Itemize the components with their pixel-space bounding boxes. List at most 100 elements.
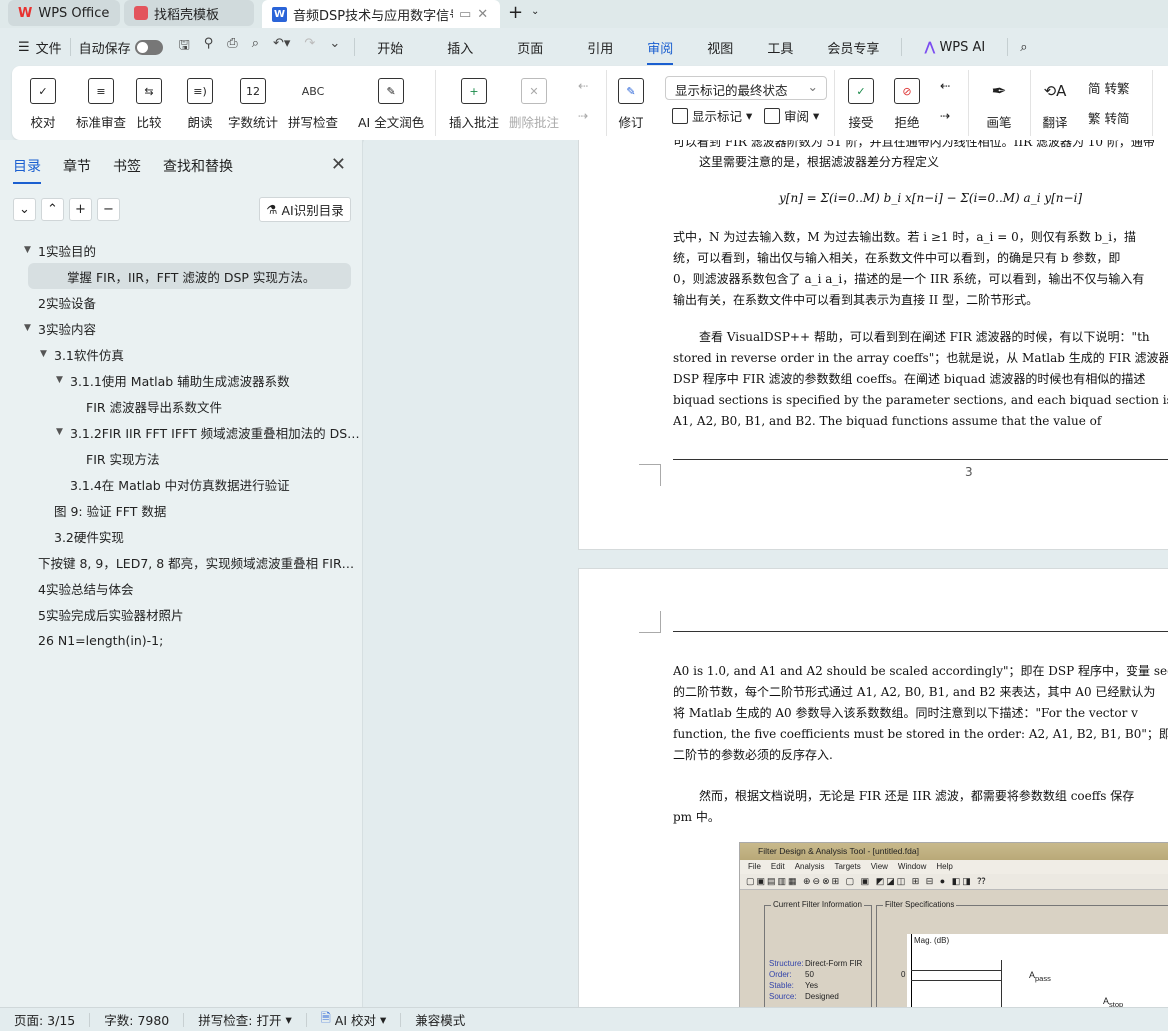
word-count-button[interactable]: 12 字数统计 (228, 66, 278, 131)
toc-item[interactable]: ▼ 3.1软件仿真 (0, 341, 363, 367)
hamburger-icon[interactable]: ☰ (18, 40, 30, 55)
tab-bar: W WPS Office 找稻壳模板 W 音频DSP技术与应用数字信号 ▭ ✕ … (0, 0, 1168, 28)
more-chevron-icon[interactable]: ⌄ (329, 36, 340, 58)
expand-triangle-icon[interactable]: ▼ (56, 375, 70, 385)
show-markup-button[interactable]: 显示标记 ▾ (672, 106, 752, 125)
filter-specs-box: Filter Specifications Mag. (dB) 0 Apass … (876, 900, 1168, 1007)
screen-icon[interactable]: ▭ (459, 7, 471, 22)
format-painter-icon[interactable]: ⚲ (204, 36, 214, 58)
print-icon[interactable]: ⎙ (227, 36, 237, 58)
panel-tab-sections[interactable]: 章节 (63, 156, 91, 176)
expand-triangle-icon[interactable]: ▼ (24, 323, 38, 333)
page-indicator[interactable]: 页面: 3/15 (0, 1012, 91, 1028)
reject-button[interactable]: ⊘ 拒绝 (894, 66, 920, 131)
standard-review-button[interactable]: ≡ 标准审查 (76, 66, 126, 131)
toc-item[interactable]: FIR 滤波器导出系数文件 (0, 393, 363, 419)
docer-icon (134, 6, 148, 20)
paragraph-line: 二阶节的参数必须的反序存入. (673, 748, 833, 762)
toc-item[interactable]: 4实验总结与体会 (0, 575, 363, 601)
print-preview-icon[interactable]: ⌕ (252, 36, 259, 58)
menu-view[interactable]: 视图 (693, 38, 747, 57)
toc-item[interactable]: ▼ 3实验内容 (0, 315, 363, 341)
spell-check-button[interactable]: ABC 拼写检查 (288, 66, 338, 131)
translate-button[interactable]: ⟲A 翻译 (1042, 66, 1068, 131)
menu-page[interactable]: 页面 (503, 38, 557, 57)
ai-toc-button[interactable]: ⚗ AI识别目录 (259, 197, 351, 222)
filter-info-row: Source: Designed (769, 991, 862, 1002)
expand-triangle-icon[interactable]: ▼ (24, 245, 38, 255)
toc-item[interactable]: 图 9: 验证 FFT 数据 (0, 497, 363, 523)
insert-comment-button[interactable]: + 插入批注 (449, 66, 499, 131)
track-changes-button[interactable]: ✎ 修订 (618, 66, 644, 131)
to-traditional-button[interactable]: 简转繁 (1088, 78, 1130, 97)
field-value: 50 (805, 970, 814, 979)
toc-item[interactable]: ▼ 3.1.1使用 Matlab 辅助生成滤波器系数 (0, 367, 363, 393)
to-simplified-button[interactable]: 繁转简 (1088, 108, 1130, 127)
status-bar: 页面: 3/15 字数: 7980 拼写检查: 打开 ▾ 🗎 AI 校对 ▾ 兼容模式 (0, 1007, 1168, 1031)
toc-item[interactable]: ▼ 3.1.2FIR IIR FFT IFFT 频域滤波重叠相加法的 DS… (0, 419, 363, 445)
close-tab-icon[interactable]: ✕ (477, 7, 488, 22)
menu-member[interactable]: 会员专享 (813, 38, 893, 57)
panel-tab-toc[interactable]: 目录 (13, 156, 41, 184)
tab-document[interactable]: W 音频DSP技术与应用数字信号 ▭ ✕ (262, 0, 500, 28)
markup-select[interactable]: 显示标记的最终状态 ⌄ (665, 76, 827, 100)
menu-insert[interactable]: 插入 (433, 38, 487, 57)
previous-comment-icon[interactable]: ⇠ (578, 78, 588, 93)
toc-item[interactable]: ▼ 1实验目的 (0, 237, 363, 263)
review-pane-button[interactable]: 审阅 ▾ (764, 106, 819, 125)
remove-heading-button[interactable]: − (97, 198, 120, 221)
figure-menu-item: Edit (770, 862, 785, 871)
expand-triangle-icon[interactable]: ▼ (56, 427, 70, 437)
panel-tab-find-replace[interactable]: 查找和替换 (163, 156, 233, 176)
compare-button[interactable]: ⇆ 比较 (136, 66, 162, 131)
word-count-status[interactable]: 字数: 7980 (90, 1012, 185, 1028)
file-menu[interactable]: 文件 (36, 38, 62, 57)
menu-references[interactable]: 引用 (573, 38, 627, 57)
search-icon[interactable]: ⌕ (1020, 40, 1027, 55)
toc-item[interactable]: 下按键 8, 9，LED7, 8 都亮，实现频域滤波重叠相 FIR… (0, 549, 363, 575)
toc-item[interactable]: 掌握 FIR，IIR，FFT 滤波的 DSP 实现方法。 (28, 263, 351, 289)
autosave-toggle[interactable] (134, 39, 163, 55)
panel-tab-bookmarks[interactable]: 书签 (113, 156, 141, 176)
move-up-button[interactable]: ⌃ (41, 198, 64, 221)
tab-wps-office[interactable]: W WPS Office (8, 0, 120, 26)
save-icon[interactable]: 🖫 (179, 36, 190, 58)
divider (834, 70, 835, 136)
expand-triangle-icon[interactable]: ▼ (40, 349, 54, 359)
accept-button[interactable]: ✓ 接受 (848, 66, 874, 131)
paragraph-line: 统，可以看到，输出仅与输入相关，在系数文件中可以看到，的确是只有 b 参数，即 (673, 251, 1121, 265)
wps-ai-button[interactable]: ⋀ WPS AI (910, 40, 999, 55)
pen-button[interactable]: ✒ 画笔 (986, 66, 1012, 131)
proofread-button[interactable]: ✓ 校对 (30, 66, 56, 131)
add-heading-button[interactable]: + (69, 198, 92, 221)
field-label: Stable: (769, 981, 794, 990)
menu-review[interactable]: 审阅 (633, 38, 687, 65)
spell-check-status[interactable]: 拼写检查: 打开 ▾ (184, 1012, 307, 1028)
translate-icon: ⟲A (1043, 82, 1067, 100)
menu-home[interactable]: 开始 (363, 38, 417, 57)
previous-change-icon[interactable]: ⇠ (940, 78, 950, 93)
close-panel-icon[interactable]: ✕ (331, 154, 346, 175)
redo-icon[interactable]: ↷ (304, 36, 315, 58)
next-change-icon[interactable]: ⇢ (940, 108, 950, 123)
tab-docer[interactable]: 找稻壳模板 (124, 0, 254, 26)
toc-item[interactable]: 3.1.4在 Matlab 中对仿真数据进行验证 (0, 471, 363, 497)
toc-item[interactable]: 26 N1=length(in)-1; (0, 627, 363, 653)
chevron-down-icon[interactable]: ⌄ (531, 6, 539, 17)
toc-item[interactable]: 3.2硬件实现 (0, 523, 363, 549)
collapse-down-button[interactable]: ⌄ (13, 198, 36, 221)
ai-check-status[interactable]: 🗎 AI 校对 ▾ (307, 1010, 402, 1028)
undo-icon[interactable]: ↶▾ (273, 36, 290, 58)
label: 修订 (618, 115, 644, 130)
read-aloud-button[interactable]: ≡) 朗读 (187, 66, 213, 131)
toc-item[interactable]: 2实验设备 (0, 289, 363, 315)
ai-polish-button[interactable]: ✎ AI 全文润色 (358, 66, 424, 131)
delete-comment-button[interactable]: ✕ 删除批注 (509, 66, 559, 131)
label: stop (1109, 999, 1124, 1007)
tab-label: WPS Office (38, 5, 110, 21)
next-comment-icon[interactable]: ⇢ (578, 108, 588, 123)
menu-tools[interactable]: 工具 (753, 38, 807, 57)
toc-item[interactable]: 5实验完成后实验器材照片 (0, 601, 363, 627)
toc-item[interactable]: FIR 实现方法 (0, 445, 363, 471)
new-tab-icon[interactable]: + (508, 2, 523, 23)
